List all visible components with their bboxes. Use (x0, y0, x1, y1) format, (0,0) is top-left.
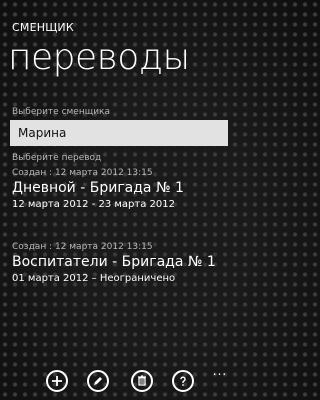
transfer-list-label: Выберите перевод (12, 153, 102, 163)
add-button[interactable] (46, 370, 68, 392)
transfer-item-1[interactable]: Создан : 12 марта 2012 13:15 Дневной - Б… (12, 167, 232, 212)
transfer-item-2[interactable]: Создан : 12 марта 2012 13:15 Воспитатели… (12, 241, 232, 286)
transfer-dates: 01 марта 2012 – Неограничено (12, 273, 176, 284)
transfer-dates: 12 марта 2012 - 23 марта 2012 (12, 199, 175, 210)
page-title: переводы (8, 37, 190, 78)
help-button[interactable] (172, 370, 194, 392)
transfer-created: Создан : 12 марта 2012 13:15 (12, 242, 153, 252)
application-bar: ... (0, 364, 240, 400)
app-title: СМЕНЩИК (12, 21, 74, 34)
add-icon (51, 375, 63, 387)
help-icon (177, 375, 189, 387)
edit-icon (92, 375, 104, 387)
edit-button[interactable] (87, 370, 109, 392)
delete-button[interactable] (131, 370, 153, 392)
shift-picker-label: Выберите сменщика (12, 107, 111, 117)
status-bar (0, 0, 240, 14)
shift-picker-input[interactable]: Марина (10, 120, 228, 146)
more-options-button[interactable]: ... (210, 365, 230, 378)
transfer-name: Дневной - Бригада № 1 (12, 180, 184, 196)
delete-icon (136, 375, 148, 387)
transfer-created: Создан : 12 марта 2012 13:15 (12, 168, 153, 178)
transfer-name: Воспитатели - Бригада № 1 (12, 254, 216, 270)
